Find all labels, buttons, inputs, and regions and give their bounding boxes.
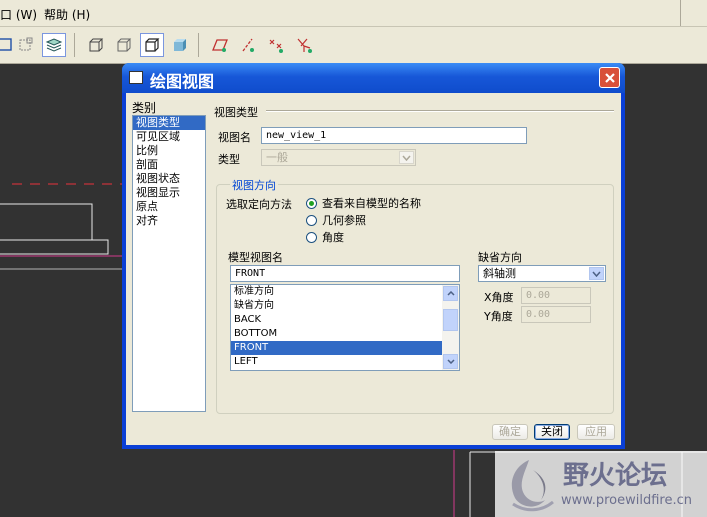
radio-geometry-ref[interactable]: 几何参照 (306, 212, 366, 228)
list-item[interactable]: 缺省方向 (231, 299, 459, 313)
scroll-down-icon[interactable] (443, 354, 458, 369)
default-orient-label: 缺省方向 (478, 251, 522, 264)
datum-point-icon[interactable] (264, 33, 288, 57)
chevron-down-icon (399, 151, 414, 164)
toolbar-separator (74, 33, 75, 57)
y-angle-label: Y角度 (484, 310, 513, 323)
category-item-visible-area[interactable]: 可见区域 (133, 130, 205, 144)
watermark: 野火论坛 www.proewildfire.cn (495, 451, 707, 517)
flame-logo-icon (511, 460, 554, 512)
category-item-alignment[interactable]: 对齐 (133, 214, 205, 228)
app-icon (129, 71, 143, 84)
list-item-selected[interactable]: FRONT (231, 341, 459, 355)
model-view-list[interactable]: 标准方向 缺省方向 BACK BOTTOM FRONT LEFT (230, 284, 460, 371)
category-list[interactable]: 视图类型 可见区域 比例 剖面 视图状态 视图显示 原点 对齐 (132, 115, 206, 412)
section-divider (266, 110, 614, 112)
view-type-section-label: 视图类型 (214, 106, 258, 119)
list-item[interactable]: BACK (231, 313, 459, 327)
radio-model-name[interactable]: 查看来自模型的名称 (306, 195, 421, 211)
radio-model-name-label: 查看来自模型的名称 (322, 197, 421, 210)
watermark-brand: 野火论坛 (563, 461, 668, 491)
orientation-group-title: 视图方向 (230, 177, 278, 193)
view-name-label: 视图名 (218, 131, 251, 144)
model-view-name-input[interactable]: FRONT (230, 265, 460, 282)
wireframe-icon[interactable] (84, 33, 108, 57)
toolbar-separator (198, 33, 199, 57)
help-menu[interactable]: 帮助 (H) (44, 6, 90, 23)
x-angle-input[interactable]: 0.00 (521, 287, 591, 304)
radio-circle (306, 197, 317, 209)
apply-button[interactable]: 应用 (577, 424, 615, 440)
shaded-icon[interactable] (168, 33, 192, 57)
category-item-view-state[interactable]: 视图状态 (133, 172, 205, 186)
radio-dot (309, 200, 314, 206)
toolbar (0, 27, 707, 64)
list-item[interactable]: 标准方向 (231, 285, 459, 299)
menu-bar: 口 (W) 帮助 (H) (0, 0, 707, 27)
window-menu[interactable]: 口 (W) (0, 6, 37, 23)
close-button[interactable]: 关闭 (534, 424, 570, 440)
zoom-extents-icon[interactable] (14, 33, 38, 57)
type-label: 类型 (218, 153, 240, 166)
chevron-down-icon (589, 267, 604, 280)
watermark-url: www.proewildfire.cn (561, 493, 692, 508)
model-view-name-label: 模型视图名 (228, 251, 283, 264)
category-item-view-display[interactable]: 视图显示 (133, 186, 205, 200)
type-select-value: 一般 (266, 151, 288, 164)
drawing-view-dialog: 绘图视图 类别 视图类型 可见区域 比例 剖面 视图状态 视图显示 原点 对齐 … (122, 63, 625, 449)
close-icon[interactable] (599, 67, 620, 88)
category-item-view-type[interactable]: 视图类型 (133, 116, 205, 130)
hidden-line-icon[interactable] (112, 33, 136, 57)
radio-geometry-ref-label: 几何参照 (322, 214, 366, 227)
x-angle-label: X角度 (484, 291, 514, 304)
orient-method-label: 选取定向方法 (226, 198, 292, 211)
y-angle-input[interactable]: 0.00 (521, 306, 591, 323)
coordinate-system-icon[interactable] (292, 33, 316, 57)
categories-label: 类别 (132, 101, 157, 115)
no-hidden-icon[interactable] (140, 33, 164, 57)
radio-angle[interactable]: 角度 (306, 229, 344, 245)
type-select[interactable]: 一般 (261, 149, 416, 166)
category-item-origin[interactable]: 原点 (133, 200, 205, 214)
list-item[interactable]: BOTTOM (231, 327, 459, 341)
menubar-divider (680, 0, 681, 26)
ok-button[interactable]: 确定 (492, 424, 528, 440)
datum-plane-icon[interactable] (208, 33, 232, 57)
radio-circle (306, 214, 317, 226)
layers-icon[interactable] (42, 33, 66, 57)
scroll-thumb[interactable] (443, 309, 458, 331)
dialog-titlebar[interactable]: 绘图视图 (122, 63, 625, 93)
scroll-up-icon[interactable] (443, 286, 458, 301)
default-orient-value: 斜轴测 (483, 267, 516, 280)
radio-angle-label: 角度 (322, 231, 344, 244)
list-item[interactable]: LEFT (231, 355, 459, 369)
dialog-body: 类别 视图类型 可见区域 比例 剖面 视图状态 视图显示 原点 对齐 视图类型 … (126, 93, 621, 445)
datum-axis-icon[interactable] (236, 33, 260, 57)
category-item-scale[interactable]: 比例 (133, 144, 205, 158)
list-scrollbar[interactable] (442, 285, 459, 370)
view-name-input[interactable]: new_view_1 (261, 127, 527, 144)
radio-circle (306, 231, 317, 243)
default-orient-select[interactable]: 斜轴测 (478, 265, 606, 282)
dialog-title: 绘图视图 (150, 72, 215, 91)
category-item-section[interactable]: 剖面 (133, 158, 205, 172)
